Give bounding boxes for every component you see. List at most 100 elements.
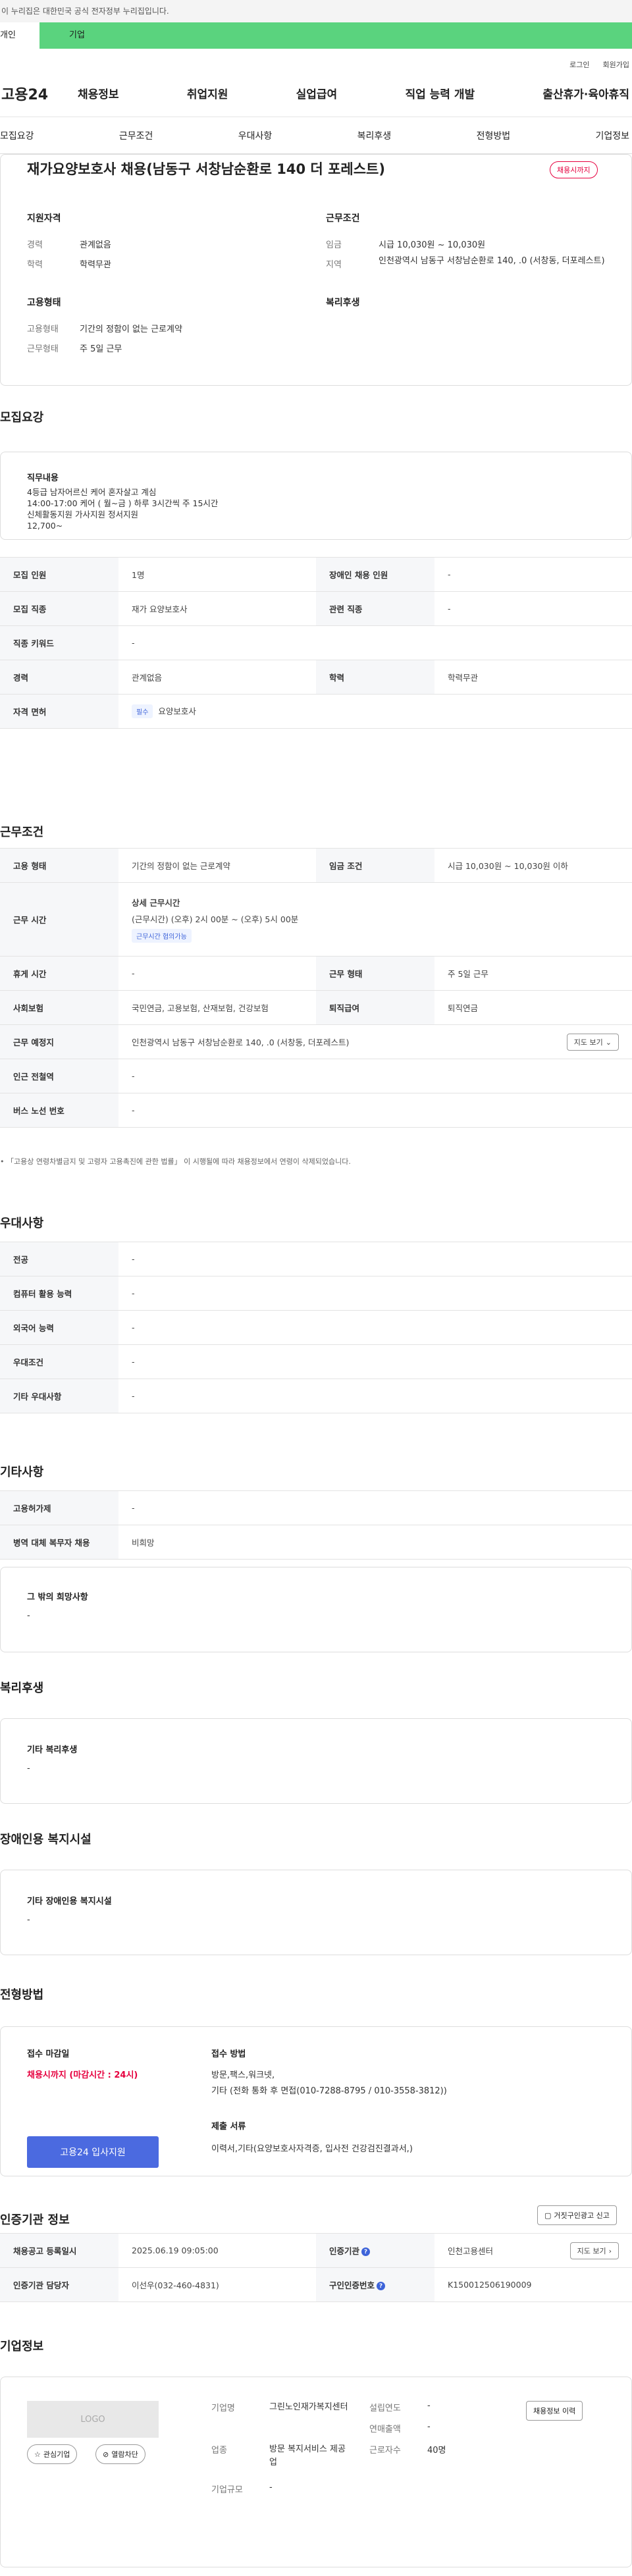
deadline-badge: 채용시까지 bbox=[550, 161, 598, 178]
tab-preferences[interactable]: 우대사항 bbox=[238, 129, 273, 142]
table-row: 모집 직종 재가 요양보호사 관련 직종 - bbox=[0, 591, 632, 626]
block-icon: ⊘ bbox=[103, 2450, 109, 2459]
login-link[interactable]: 로그인 bbox=[569, 59, 589, 70]
license-label: 자격 면허 bbox=[0, 694, 118, 729]
table-row: 전공 - bbox=[0, 1242, 632, 1276]
industry-value: 방문 복지서비스 제공업 bbox=[269, 2444, 346, 2467]
company-name-label: 기업명 bbox=[211, 2404, 235, 2413]
emp-type-label: 고용형태 bbox=[27, 325, 59, 334]
tab-personal[interactable]: 개인 bbox=[0, 22, 40, 49]
site-logo[interactable]: 고용24 bbox=[0, 83, 78, 104]
main-content: 재가요양보호사 채용(남동구 서창남순환로 140 더 포레스트) 채용시까지 … bbox=[0, 154, 632, 2576]
user-type-tabs: 개인 기업 bbox=[0, 22, 632, 49]
headcount-value: 1명 bbox=[118, 557, 316, 592]
gnb-item-jobs[interactable]: 채용정보 bbox=[78, 85, 119, 101]
place-label: 근무 예정지 bbox=[0, 1024, 118, 1059]
tab-selection[interactable]: 전형방법 bbox=[477, 129, 511, 142]
cert-no-label: 구인인증번호 bbox=[329, 2280, 375, 2290]
method-line-1: 방문,팩스,워크넷, bbox=[211, 2070, 275, 2080]
docs-value: 이력서,기타(요양보호사자격증, 입사전 건강검진결과서,) bbox=[211, 2144, 413, 2154]
pref-table: 전공 - 컴퓨터 활용 능력 - 외국어 능력 - 우대조건 - 기타 우대사항 - bbox=[0, 1242, 632, 1413]
block-view-button[interactable]: ⊘ 열람차단 bbox=[95, 2444, 145, 2464]
related-value: - bbox=[434, 591, 632, 626]
map-button[interactable]: 지도 보기 ⌄ bbox=[566, 1034, 619, 1051]
welfare-box-heading: 기타 복리후생 bbox=[27, 1745, 78, 1755]
table-row: 기타 우대사항 - bbox=[0, 1379, 632, 1413]
help-icon[interactable]: ? bbox=[361, 2247, 371, 2256]
disabled-value: - bbox=[434, 557, 632, 592]
selection-card: 접수 마감일 채용시까지 (마감시간 : 24시) 고용24 입사지원 접수 방… bbox=[0, 2026, 632, 2176]
welfare-box-value: - bbox=[27, 1764, 30, 1774]
gnb-item-employment-support[interactable]: 취업지원 bbox=[187, 85, 228, 101]
apply-button[interactable]: 고용24 입사지원 bbox=[27, 2136, 159, 2168]
gnb-item-skills[interactable]: 직업 능력 개발 bbox=[405, 85, 475, 101]
work-form-value: 주 5일 근무 bbox=[80, 344, 122, 354]
permit-value: - bbox=[118, 1490, 632, 1525]
pref-etc-label: 기타 우대사항 bbox=[0, 1379, 118, 1413]
region-label: 지역 bbox=[326, 260, 342, 270]
work-title: 근무조건 bbox=[0, 826, 44, 839]
language-value: - bbox=[118, 1310, 632, 1345]
exp-label: 경력 bbox=[27, 240, 43, 250]
career-value: 관계없음 bbox=[118, 660, 316, 695]
education-label: 학력 bbox=[316, 660, 434, 695]
form-value: 주 5일 근무 bbox=[434, 956, 632, 991]
emp-type-value: 기간의 정함이 없는 근로계약 bbox=[80, 325, 182, 334]
org-label: 인증기관 bbox=[329, 2246, 360, 2256]
disabled-label: 장애인 채용 인원 bbox=[316, 557, 434, 592]
gnb-menu: 채용정보 취업지원 실업급여 직업 능력 개발 출산휴가·육아휴직 bbox=[78, 85, 632, 101]
tab-company-info[interactable]: 기업정보 bbox=[595, 129, 629, 142]
hours-negotiable-chip: 근무시간 협의가능 bbox=[132, 929, 192, 943]
report-false-ad-label: 거짓구인광고 신고 bbox=[554, 2211, 610, 2220]
tab-company[interactable]: 기업 bbox=[40, 22, 632, 49]
edu-label: 학력 bbox=[27, 260, 43, 270]
exp-value: 관계없음 bbox=[80, 240, 111, 250]
insurance-label: 사회보험 bbox=[0, 990, 118, 1025]
company-title: 기업정보 bbox=[0, 2340, 44, 2353]
method-line-2: 기타 (전화 통화 후 면접(010-7288-8795 / 010-3558-… bbox=[211, 2086, 447, 2096]
permit-label: 고용허가제 bbox=[0, 1490, 118, 1525]
other-wish-heading: 그 밖의 희망사항 bbox=[27, 1592, 88, 1602]
table-row: 모집 인원 1명 장애인 채용 인원 - bbox=[0, 557, 632, 592]
favorite-company-button[interactable]: ☆ 관심기업 bbox=[27, 2444, 78, 2464]
table-row: 채용공고 등록일시 2025.06.19 09:05:00 인증기관? 인천고용… bbox=[0, 2233, 632, 2268]
required-chip: 필수 bbox=[132, 704, 153, 718]
agency-map-label: 지도 보기 bbox=[577, 2247, 606, 2255]
wage-value: 시급 10,030원 ~ 10,030원 bbox=[379, 240, 486, 250]
education-value: 학력무관 bbox=[434, 660, 632, 695]
tab-recruit[interactable]: 모집요강 bbox=[0, 129, 34, 142]
table-row: 인근 전철역 - bbox=[0, 1059, 632, 1093]
related-label: 관련 직종 bbox=[316, 591, 434, 626]
form-label: 근무 형태 bbox=[316, 956, 434, 991]
disfac-box-heading: 기타 장애인용 복지시설 bbox=[27, 1897, 112, 1906]
tab-welfare[interactable]: 복리후생 bbox=[357, 129, 392, 142]
language-label: 외국어 능력 bbox=[0, 1310, 118, 1345]
subway-value: - bbox=[118, 1059, 632, 1093]
work-table: 고용 형태 기간의 정함이 없는 근로계약 임금 조건 시급 10,030원 ~… bbox=[0, 848, 632, 1128]
disfac-card: 기타 장애인용 복지시설 - bbox=[0, 1870, 632, 1955]
company-logo: LOGO bbox=[27, 2401, 159, 2438]
manager-value: 이선우(032-460-4831) bbox=[118, 2267, 316, 2302]
table-row: 병역 대체 복무자 채용 비희망 bbox=[0, 1525, 632, 1560]
other-wish-card: 그 밖의 희망사항 - bbox=[0, 1567, 632, 1652]
help-icon[interactable]: ? bbox=[377, 2282, 386, 2290]
table-row: 직종 키워드 - bbox=[0, 625, 632, 660]
bus-label: 버스 노선 번호 bbox=[0, 1093, 118, 1128]
agency-map-button[interactable]: 지도 보기 › bbox=[569, 2242, 619, 2259]
document-icon: ▢ bbox=[544, 2211, 552, 2220]
table-row: 외국어 능력 - bbox=[0, 1310, 632, 1345]
gnb-item-parental-leave[interactable]: 출산휴가·육아휴직 bbox=[542, 85, 629, 101]
employees-label: 근로자수 bbox=[369, 2446, 401, 2456]
table-row: 사회보험 국민연금, 고용보험, 산재보험, 건강보험 퇴직급여 퇴직연금 bbox=[0, 990, 632, 1025]
hiring-history-button[interactable]: 채용정보 이력 bbox=[526, 2401, 583, 2421]
join-link[interactable]: 회원가입 bbox=[603, 59, 629, 70]
company-size-value: - bbox=[269, 2483, 273, 2492]
subway-label: 인근 전철역 bbox=[0, 1059, 118, 1093]
duty-line: 12,700~ bbox=[27, 521, 63, 531]
table-row: 컴퓨터 활용 능력 - bbox=[0, 1276, 632, 1311]
gnb-item-unemployment-benefit[interactable]: 실업급여 bbox=[296, 85, 338, 101]
report-false-ad-button[interactable]: ▢ 거짓구인광고 신고 bbox=[537, 2205, 617, 2225]
org-value: 인천고용센터 bbox=[448, 2246, 494, 2256]
tab-work-conditions[interactable]: 근무조건 bbox=[119, 129, 153, 142]
work-form-label: 근무형태 bbox=[27, 344, 59, 354]
